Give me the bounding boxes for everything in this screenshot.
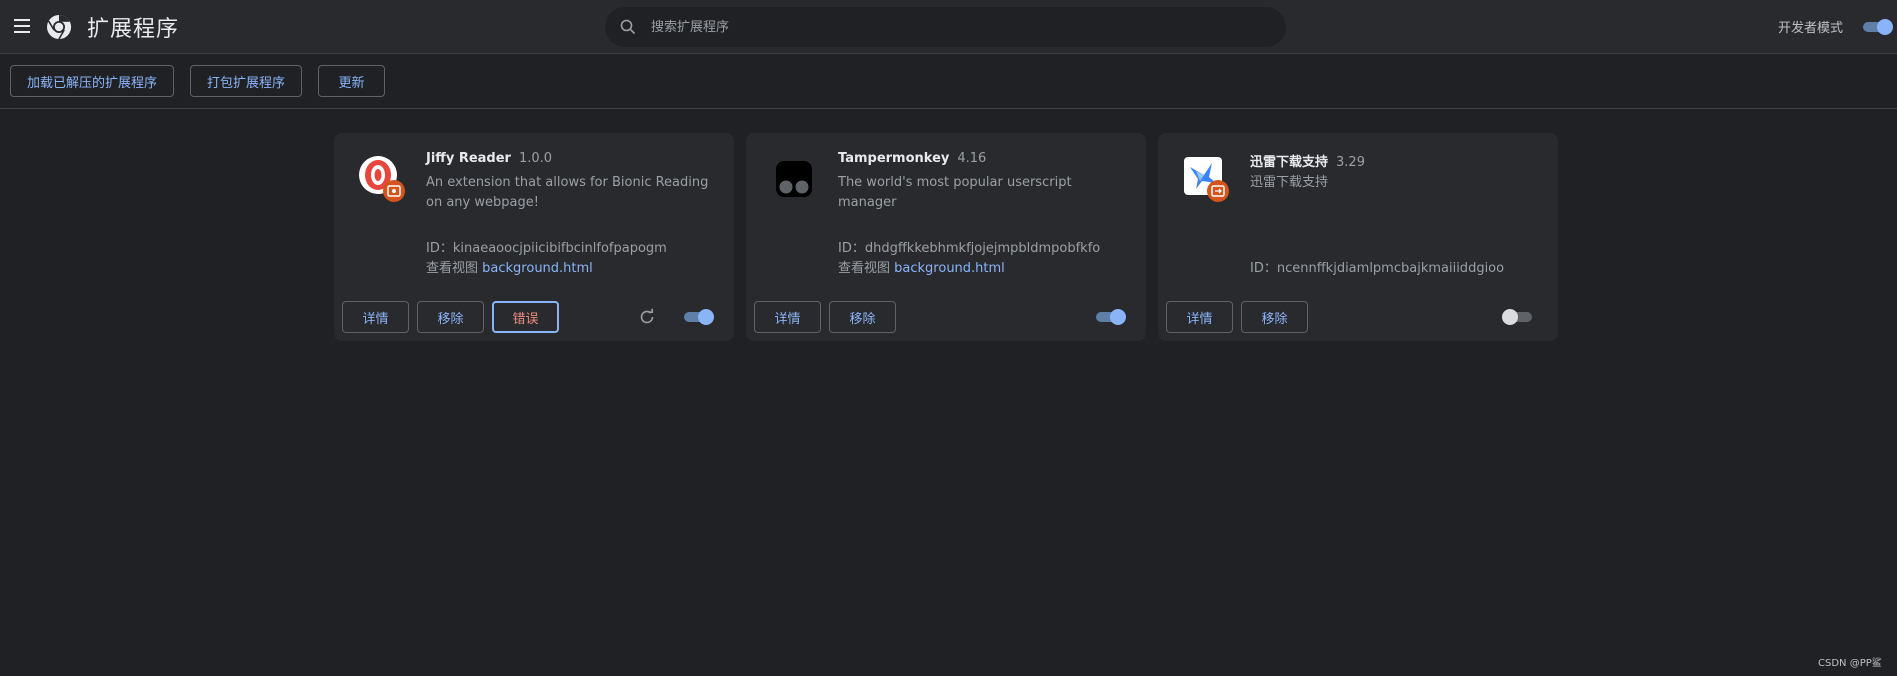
top-header: 扩展程序 开发者模式 <box>0 0 1897 54</box>
search-box[interactable] <box>605 7 1286 47</box>
dev-mode-label: 开发者模式 <box>1778 21 1844 36</box>
extension-version: 4.16 <box>957 151 987 166</box>
extension-id: ID：ncennffkjdiamlpmcbajkmaiiiddgioo <box>1250 261 1505 276</box>
details-button[interactable]: 详情 <box>754 301 821 333</box>
extension-enable-toggle[interactable] <box>1094 308 1126 326</box>
pack-extension-button[interactable]: 打包扩展程序 <box>190 65 302 97</box>
tampermonkey-icon <box>776 161 812 197</box>
developer-toolbar: 加载已解压的扩展程序 打包扩展程序 更新 <box>0 55 1897 109</box>
extension-name: Jiffy Reader 1.0.0 <box>426 151 553 166</box>
watermark: CSDN @PP鲨 <box>1818 658 1882 669</box>
remove-button[interactable]: 移除 <box>1241 301 1308 333</box>
extension-enable-toggle[interactable] <box>682 308 714 326</box>
remove-button[interactable]: 移除 <box>829 301 896 333</box>
extension-version: 1.0.0 <box>518 151 553 166</box>
reload-icon[interactable] <box>638 308 656 326</box>
extension-name: Tampermonkey 4.16 <box>838 151 987 166</box>
jiffy-reader-icon <box>359 156 405 202</box>
extension-description: An extension that allows for Bionic Read… <box>426 175 709 210</box>
search-icon <box>620 19 636 35</box>
extension-description: 迅雷下载支持 <box>1250 175 1329 190</box>
chrome-logo-icon <box>47 14 72 40</box>
extension-card-jiffy-reader: Jiffy Reader 1.0.0 An extension that allo… <box>334 133 734 341</box>
extension-card-xunlei: 迅雷下载支持 3.29 迅雷下载支持 ID：ncennffkjdiamlpmcba… <box>1158 133 1558 341</box>
inspect-views: 查看视图 background.html <box>838 261 1005 276</box>
search-input[interactable] <box>651 7 1261 47</box>
load-unpacked-button[interactable]: 加载已解压的扩展程序 <box>10 65 174 97</box>
background-page-link[interactable]: background.html <box>482 261 593 276</box>
update-button[interactable]: 更新 <box>318 65 385 97</box>
page-title: 扩展程序 <box>87 17 180 42</box>
remove-button[interactable]: 移除 <box>417 301 484 333</box>
errors-button[interactable]: 错误 <box>492 301 559 333</box>
background-page-link[interactable]: background.html <box>894 261 1005 276</box>
hamburger-menu-icon[interactable] <box>12 16 32 36</box>
extension-id: ID：kinaeaoocjpiicibifbcinlfofpapogm <box>426 241 667 256</box>
details-button[interactable]: 详情 <box>342 301 409 333</box>
inspect-views: 查看视图 background.html <box>426 261 593 276</box>
extension-version: 3.29 <box>1336 155 1365 170</box>
extension-description: The world's most popular userscript mana… <box>838 175 1072 210</box>
details-button[interactable]: 详情 <box>1166 301 1233 333</box>
extension-enable-toggle[interactable] <box>1502 308 1534 326</box>
extension-id: ID：dhdgffkkebhmkfjojejmpbldmpobfkfo <box>838 241 1101 256</box>
extension-name: 迅雷下载支持 3.29 <box>1250 155 1365 170</box>
xunlei-bird-icon <box>1184 157 1229 202</box>
dev-mode-toggle[interactable] <box>1861 18 1893 36</box>
extension-card-tampermonkey: Tampermonkey 4.16 The world's most popula… <box>746 133 1146 341</box>
